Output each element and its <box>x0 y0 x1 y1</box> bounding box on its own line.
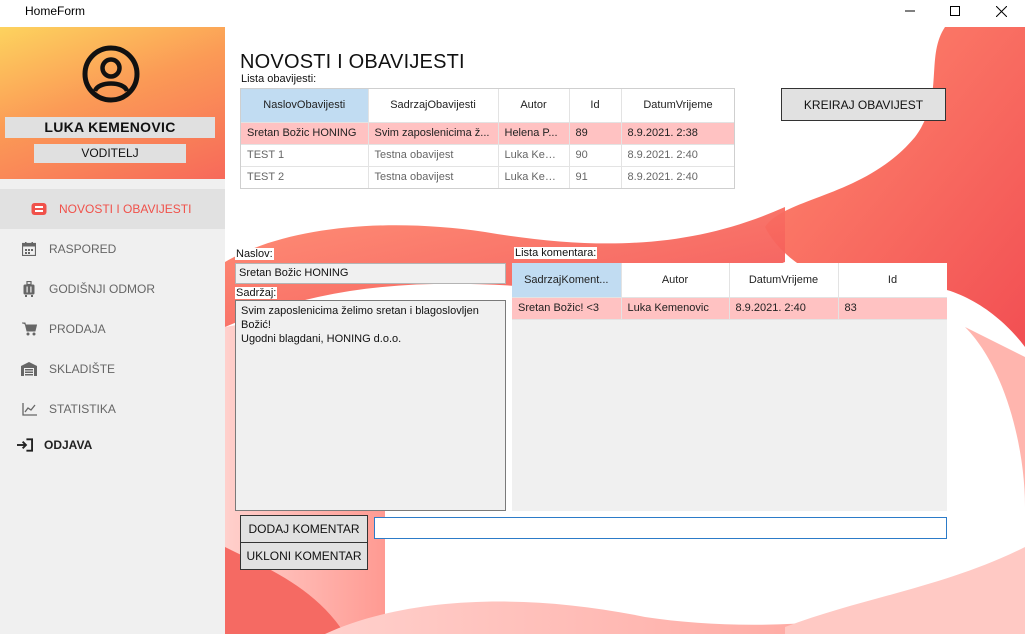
page-title: NOVOSTI I OBAVIJESTI <box>240 51 465 73</box>
sidebar-item-label: GODIŠNJI ODMOR <box>49 282 156 296</box>
sidebar-item-label: RASPORED <box>49 242 117 256</box>
table-cell: 89 <box>569 122 622 145</box>
table-cell: Luka Kemenovic <box>621 297 730 320</box>
sidebar-item-label: SKLADIŠTE <box>49 362 116 376</box>
table-cell: TEST 1 <box>241 144 369 167</box>
minimize-icon <box>905 10 915 12</box>
user-avatar-icon <box>82 45 140 103</box>
column-header-id[interactable]: Id <box>569 89 622 123</box>
table-cell: 83 <box>838 297 947 320</box>
table-cell: 90 <box>569 144 622 167</box>
title-label: Naslov: <box>235 248 274 260</box>
logout-icon <box>17 437 33 453</box>
table-cell: Sretan Božic HONING <box>241 122 369 145</box>
sidebar-item-label: PRODAJA <box>49 322 106 336</box>
announcement-title-field[interactable]: Sretan Božic HONING <box>235 263 506 284</box>
announcement-content-field[interactable]: Svim zaposlenicima želimo sretan i blago… <box>235 300 506 511</box>
table-cell: Testna obavijest <box>368 144 499 167</box>
content-label: Sadržaj: <box>235 287 278 299</box>
minimize-button[interactable] <box>887 0 933 22</box>
table-cell: 8.9.2021. 2:40 <box>621 166 734 188</box>
close-icon <box>995 5 1007 17</box>
comments-grid[interactable]: SadrzajKoment... Autor DatumVrijeme Id S… <box>512 263 947 511</box>
user-role: VODITELJ <box>34 144 186 163</box>
user-name: LUKA KEMENOVIC <box>5 117 215 138</box>
add-comment-button[interactable]: DODAJ KOMENTAR <box>240 515 368 543</box>
sidebar-item-vacation[interactable]: GODIŠNJI ODMOR <box>0 269 225 309</box>
table-cell: 91 <box>569 166 622 188</box>
announcements-label: Lista obavijesti: <box>240 73 318 85</box>
column-header-comment-content[interactable]: SadrzajKoment... <box>512 263 622 298</box>
table-cell: Sretan Božic! <3 <box>512 297 622 320</box>
table-cell: 8.9.2021. 2:38 <box>621 122 734 145</box>
column-header-comment-datetime[interactable]: DatumVrijeme <box>729 263 839 298</box>
window-titlebar: HomeForm <box>0 0 1025 22</box>
remove-comment-button[interactable]: UKLONI KOMENTAR <box>240 542 368 570</box>
sidebar-item-statistics[interactable]: STATISTIKA <box>0 389 225 429</box>
table-cell: 8.9.2021. 2:40 <box>729 297 839 320</box>
sidebar-item-label: NOVOSTI I OBAVIJESTI <box>59 202 192 216</box>
window-title: HomeForm <box>25 4 86 18</box>
table-row[interactable]: TEST 1 Testna obavijest Luka Kem... 90 8… <box>241 144 734 167</box>
table-cell: 8.9.2021. 2:40 <box>621 144 734 167</box>
comment-input[interactable] <box>374 517 947 539</box>
logout-label: ODJAVA <box>44 438 93 452</box>
chart-icon <box>21 401 37 417</box>
column-header-comment-author[interactable]: Autor <box>621 263 730 298</box>
news-icon <box>31 201 47 217</box>
maximize-icon <box>950 6 960 16</box>
comments-label: Lista komentara: <box>514 247 598 259</box>
warehouse-icon <box>21 361 37 377</box>
sidebar-item-label: STATISTIKA <box>49 402 116 416</box>
table-cell: Luka Kem... <box>498 166 570 188</box>
table-cell: Svim zaposlenicima ž... <box>368 122 499 145</box>
suitcase-icon <box>21 281 37 297</box>
table-row[interactable]: Sretan Božic HONING Svim zaposlenicima ž… <box>241 122 734 145</box>
column-header-content[interactable]: SadrzajObavijesti <box>368 89 499 123</box>
logout-button[interactable]: ODJAVA <box>0 425 225 465</box>
create-announcement-button[interactable]: KREIRAJ OBAVIJEST <box>781 88 946 121</box>
table-cell: Luka Kem... <box>498 144 570 167</box>
sidebar-item-schedule[interactable]: RASPORED <box>0 229 225 269</box>
close-button[interactable] <box>978 0 1024 22</box>
column-header-title[interactable]: NaslovObavijesti <box>241 89 369 123</box>
table-row[interactable]: TEST 2 Testna obavijest Luka Kem... 91 8… <box>241 166 734 188</box>
table-row[interactable]: Sretan Božic! <3 Luka Kemenovic 8.9.2021… <box>512 297 947 320</box>
cart-icon <box>21 321 37 337</box>
table-cell: Helena P... <box>498 122 570 145</box>
profile-panel: LUKA KEMENOVIC VODITELJ <box>0 27 225 179</box>
sidebar: LUKA KEMENOVIC VODITELJ NOVOSTI I OBAVIJ… <box>0 27 225 634</box>
sidebar-item-warehouse[interactable]: SKLADIŠTE <box>0 349 225 389</box>
column-header-author[interactable]: Autor <box>498 89 570 123</box>
maximize-button[interactable] <box>932 0 978 22</box>
announcements-grid[interactable]: NaslovObavijesti SadrzajObavijesti Autor… <box>240 88 735 189</box>
column-header-comment-id[interactable]: Id <box>838 263 947 298</box>
main-content: NOVOSTI I OBAVIJESTI Lista obavijesti: N… <box>225 27 1025 634</box>
table-cell: TEST 2 <box>241 166 369 188</box>
table-cell: Testna obavijest <box>368 166 499 188</box>
calendar-icon <box>21 241 37 257</box>
sidebar-item-news[interactable]: NOVOSTI I OBAVIJESTI <box>0 189 225 229</box>
column-header-datetime[interactable]: DatumVrijeme <box>621 89 734 123</box>
sidebar-item-sales[interactable]: PRODAJA <box>0 309 225 349</box>
